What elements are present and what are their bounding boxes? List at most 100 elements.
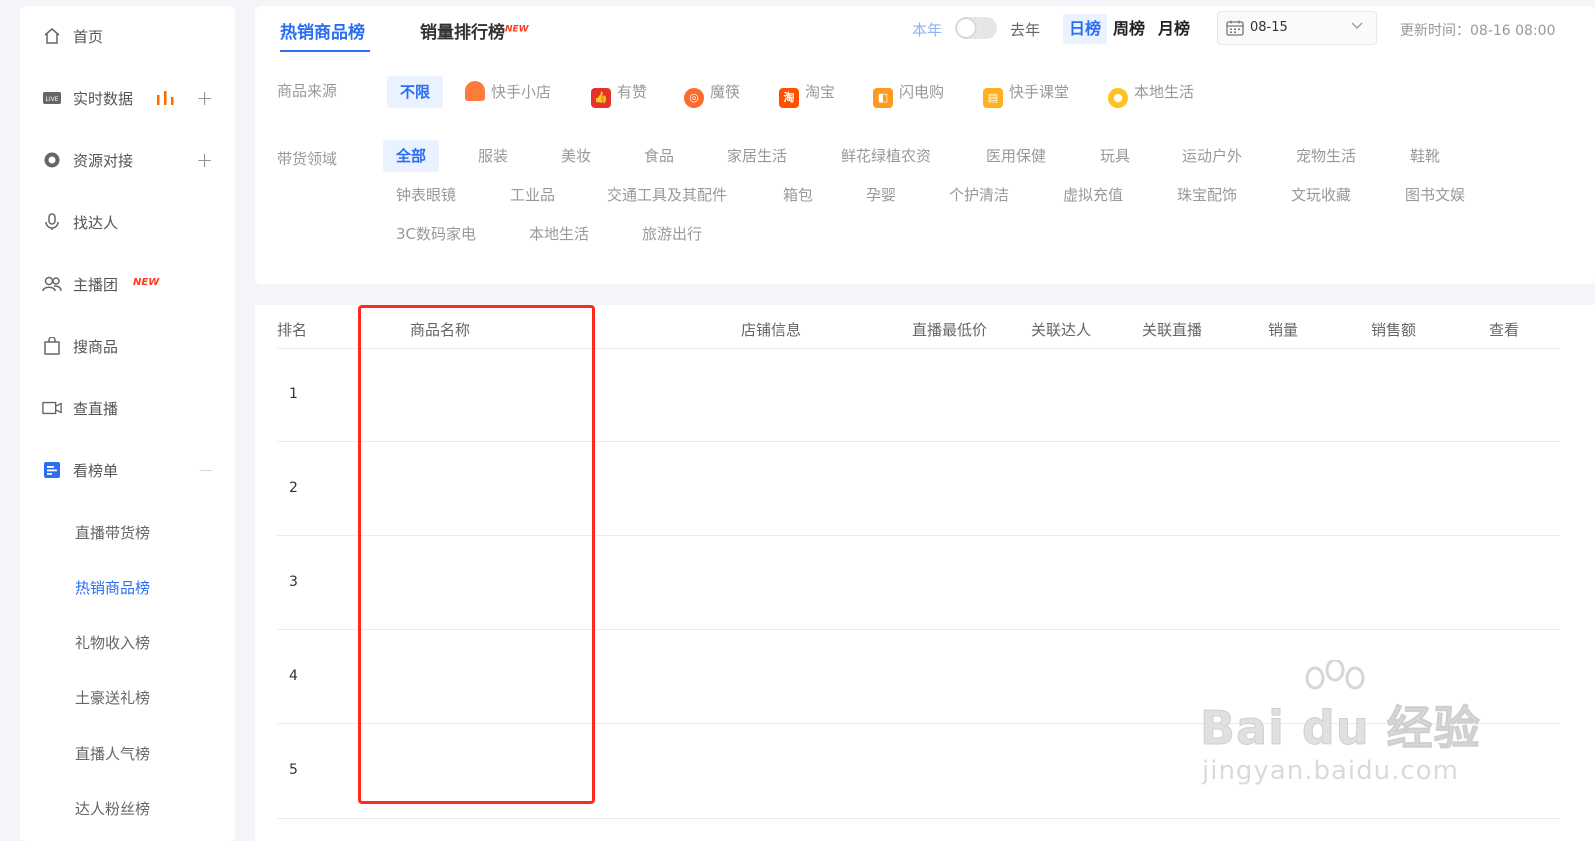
period-week[interactable]: 周榜 [1107, 14, 1151, 44]
tab-hot-products[interactable]: 热销商品榜 [280, 18, 365, 43]
last-year-label: 去年 [1010, 21, 1041, 39]
mic-icon [42, 212, 62, 232]
rank-number: 1 [289, 386, 298, 402]
header-related-influencer[interactable]: 关联达人 [1031, 319, 1091, 340]
category-option[interactable]: 文玩收藏 [1291, 179, 1351, 211]
rank-number: 5 [289, 762, 298, 778]
category-option[interactable]: 鞋靴 [1410, 140, 1440, 172]
category-option[interactable]: 3C数码家电 [396, 218, 476, 250]
category-option[interactable]: 交通工具及其配件 [607, 179, 727, 211]
category-option[interactable]: 玩具 [1100, 140, 1130, 172]
category-option[interactable]: 鲜花绿植农资 [841, 140, 931, 172]
category-option[interactable]: 工业品 [510, 179, 555, 211]
category-option[interactable]: 运动户外 [1182, 140, 1242, 172]
category-option[interactable]: 美妆 [561, 140, 591, 172]
year-toggle[interactable] [955, 17, 997, 39]
header-related-live[interactable]: 关联直播 [1142, 319, 1202, 340]
category-option[interactable]: 家居生活 [727, 140, 787, 172]
new-badge: NEW [505, 24, 529, 35]
category-option[interactable]: 珠宝配饰 [1177, 179, 1237, 211]
source-option-kuaishou-shop[interactable]: 快手小店 [465, 76, 551, 108]
rank-number: 4 [289, 668, 298, 684]
new-badge: NEW [133, 277, 160, 288]
nav-item-rankings[interactable]: 看榜单 — [20, 450, 235, 490]
sub-item-big-spender[interactable]: 土豪送礼榜 [75, 687, 150, 708]
category-option[interactable]: 食品 [644, 140, 674, 172]
watermark-main: Bai du 经验 [1200, 701, 1481, 756]
category-option[interactable]: 医用保健 [986, 140, 1046, 172]
sub-item-hot-products[interactable]: 热销商品榜 [75, 577, 150, 598]
nav-item-check-live[interactable]: 查直播 [20, 388, 235, 428]
period-day[interactable]: 日榜 [1063, 14, 1108, 44]
home-icon [42, 26, 62, 46]
category-option[interactable]: 本地生活 [529, 218, 589, 250]
category-option[interactable]: 服装 [478, 140, 508, 172]
active-tab-indicator [280, 50, 370, 52]
category-option[interactable]: 钟表眼镜 [396, 179, 456, 211]
nav-label-home: 首页 [73, 27, 104, 46]
header-lowest-price[interactable]: 直播最低价 [912, 319, 987, 340]
nav-label-search-product: 搜商品 [73, 337, 119, 356]
this-year-label: 本年 [912, 21, 943, 39]
sub-item-live-popularity[interactable]: 直播人气榜 [75, 743, 150, 764]
source-option-flash[interactable]: ◧ 闪电购 [873, 76, 944, 108]
source-option-all[interactable]: 不限 [387, 76, 444, 108]
source-option-mokuai[interactable]: ◎ 魔筷 [684, 76, 740, 108]
update-time: 更新时间：08-16 08:00 [1400, 23, 1556, 39]
tab-sales-ranking-label: 销量排行榜 [420, 23, 505, 43]
nav-item-search-product[interactable]: 搜商品 [20, 326, 235, 366]
expand-plus-icon[interactable]: + [196, 148, 213, 172]
sub-item-gift-income[interactable]: 礼物收入榜 [75, 632, 150, 653]
expand-plus-icon[interactable]: + [196, 86, 213, 110]
baidu-jingyan-watermark: Bai du 经验 jingyan.baidu.com [1200, 660, 1490, 790]
filter-panel: 热销商品榜 销量排行榜NEW 本年 去年 日榜 周榜 月榜 08-15 更新时间… [255, 6, 1595, 284]
category-option[interactable]: 箱包 [783, 179, 813, 211]
nav-label-find-influencer: 找达人 [73, 213, 119, 232]
category-option[interactable]: 宠物生活 [1296, 140, 1356, 172]
category-option[interactable]: 个护清洁 [949, 179, 1009, 211]
header-view: 查看 [1489, 321, 1520, 339]
youzan-icon: 👍 [591, 88, 611, 108]
nav-label-resources: 资源对接 [73, 151, 134, 170]
bag-icon [42, 336, 62, 356]
calendar-icon [1226, 20, 1244, 36]
kuaishou-shop-icon [465, 81, 485, 101]
nav-item-home[interactable]: 首页 [20, 16, 235, 56]
live-icon: LIVE [42, 88, 62, 108]
category-all[interactable]: 全部 [383, 140, 440, 172]
nav-item-realtime[interactable]: LIVE 实时数据 + [20, 78, 235, 118]
sidebar: 首页 LIVE 实时数据 + 资源对接 + 找达人 主播团 NEW 搜商品 查直… [20, 6, 235, 841]
source-option-label: 本地生活 [1134, 83, 1195, 101]
nav-item-find-influencer[interactable]: 找达人 [20, 202, 235, 242]
nav-label-realtime: 实时数据 [73, 89, 134, 108]
collapse-minus-icon[interactable]: — [199, 462, 213, 478]
taobao-icon: 淘 [779, 88, 799, 108]
video-icon [42, 398, 62, 418]
sub-item-fans[interactable]: 达人粉丝榜 [75, 798, 150, 819]
classroom-icon: ▤ [983, 88, 1003, 108]
date-picker[interactable]: 08-15 [1217, 11, 1377, 45]
category-option[interactable]: 孕婴 [866, 179, 896, 211]
group-icon [42, 274, 62, 294]
period-month[interactable]: 月榜 [1152, 14, 1196, 44]
category-option[interactable]: 图书文娱 [1405, 179, 1465, 211]
tab-sales-ranking[interactable]: 销量排行榜NEW [420, 18, 529, 43]
category-option[interactable]: 旅游出行 [642, 218, 702, 250]
header-sales-amount[interactable]: 销售额 [1371, 319, 1416, 340]
chevron-down-icon [1350, 18, 1364, 36]
nav-item-resources[interactable]: 资源对接 + [20, 140, 235, 180]
category-filter-label: 带货领域 [277, 150, 338, 168]
sub-item-live-sales[interactable]: 直播带货榜 [75, 522, 150, 543]
header-sales-volume[interactable]: 销量 [1268, 319, 1298, 340]
source-option-youzan[interactable]: 👍 有赞 [591, 76, 647, 108]
source-option-taobao[interactable]: 淘淘宝 [779, 76, 835, 108]
source-option-label: 魔筷 [710, 83, 741, 101]
toggle-knob [957, 19, 975, 37]
row-divider [277, 818, 1560, 819]
source-option-classroom[interactable]: ▤ 快手课堂 [983, 76, 1069, 108]
category-option[interactable]: 虚拟充值 [1063, 179, 1123, 211]
source-option-local-life[interactable]: ● 本地生活 [1108, 76, 1194, 108]
date-value: 08-15 [1250, 20, 1288, 35]
mokuai-icon: ◎ [684, 88, 704, 108]
nav-item-anchor-group[interactable]: 主播团 NEW [20, 264, 235, 304]
